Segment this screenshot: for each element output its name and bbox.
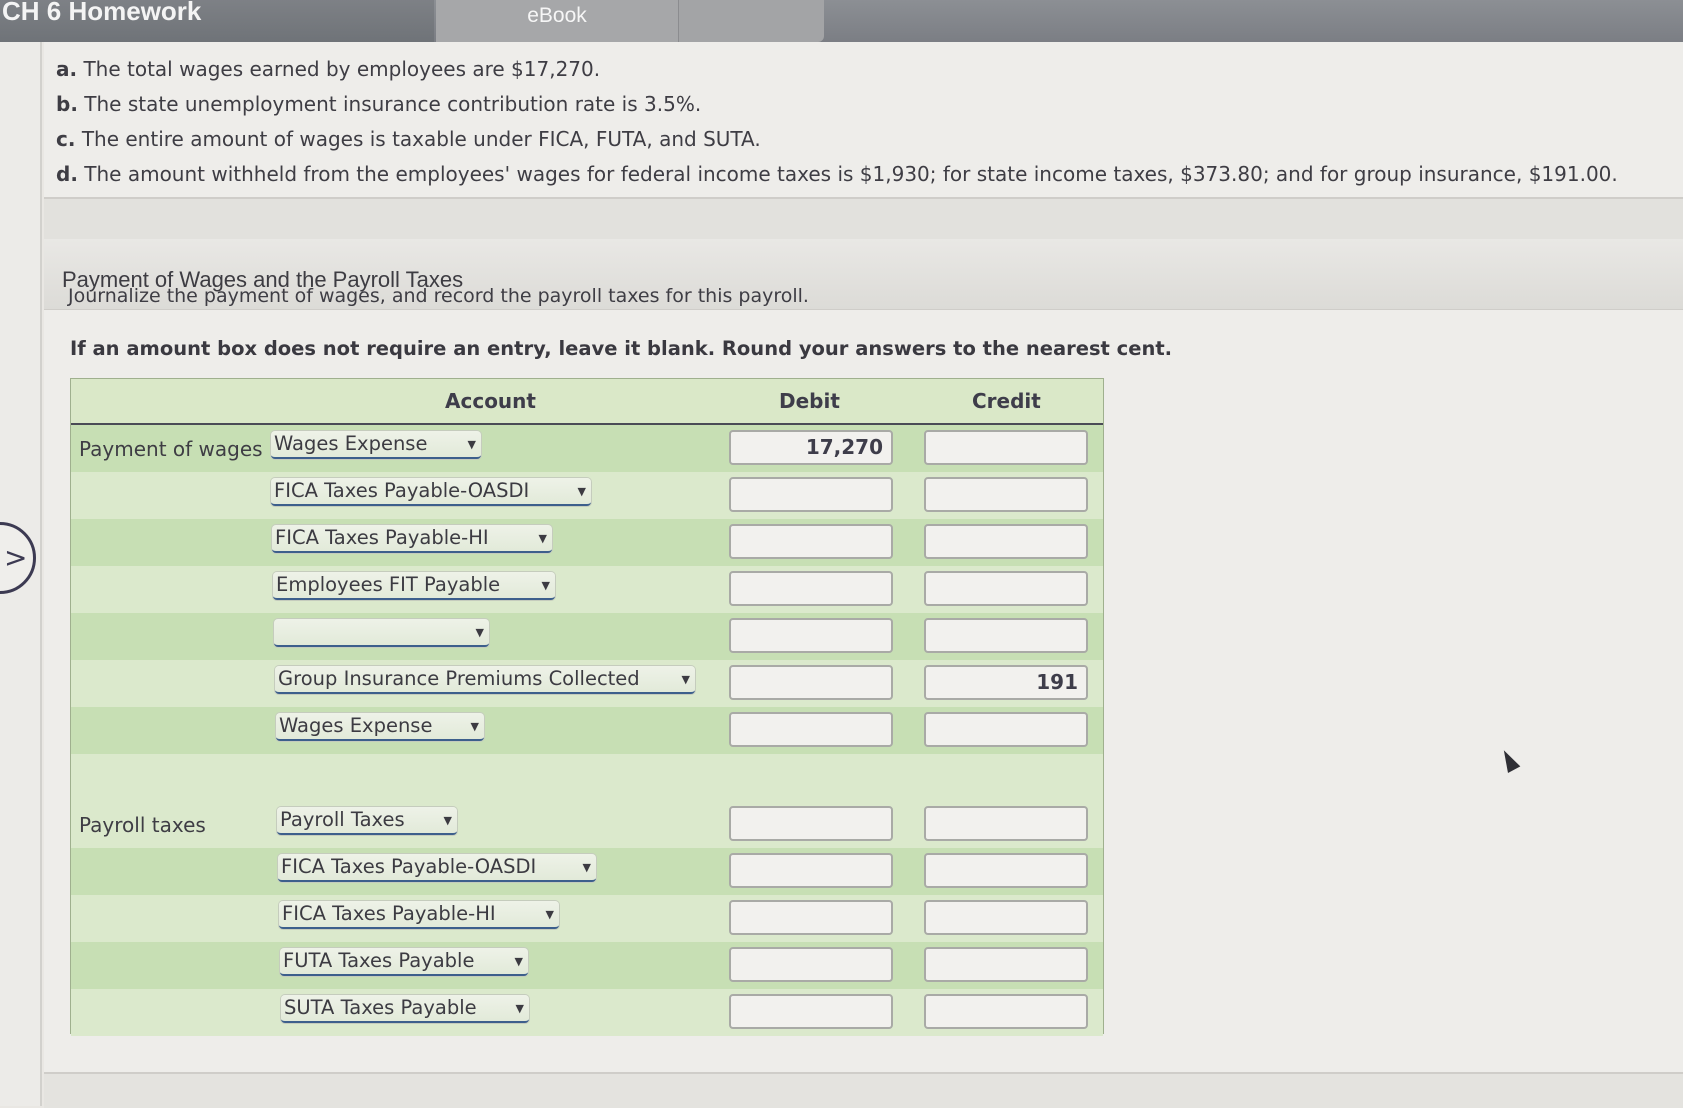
caret-down-icon: ▼	[475, 626, 484, 639]
fact-c: c. The entire amount of wages is taxable…	[56, 127, 761, 151]
account-value: Group Insurance Premiums Collected	[278, 667, 640, 690]
credit-input[interactable]	[924, 571, 1088, 606]
credit-input[interactable]	[924, 806, 1088, 841]
account-value: SUTA Taxes Payable	[284, 996, 477, 1019]
spacer-row	[71, 754, 1103, 801]
caret-down-icon: ▼	[467, 438, 476, 451]
account-value: FICA Taxes Payable-OASDI	[281, 855, 537, 878]
credit-input[interactable]	[924, 712, 1088, 747]
journal-header-row: Account Debit Credit	[71, 379, 1103, 426]
caret-down-icon: ▼	[541, 579, 550, 592]
caret-down-icon: ▼	[545, 908, 554, 921]
debit-input[interactable]	[729, 994, 893, 1029]
caret-down-icon: ▼	[582, 861, 591, 874]
credit-input[interactable]	[924, 994, 1088, 1029]
account-dropdown[interactable]: FICA Taxes Payable-OASDI ▼	[278, 854, 596, 882]
credit-input[interactable]	[924, 430, 1088, 465]
entry-label: Payment of wages	[79, 437, 263, 461]
header-credit: Credit	[972, 389, 1041, 413]
divider	[44, 197, 1683, 243]
tab-blank[interactable]	[679, 0, 824, 42]
journal-row: FICA Taxes Payable-OASDI ▼	[71, 472, 1103, 519]
given-facts: a. The total wages earned by employees a…	[56, 52, 1676, 192]
account-value: Payroll Taxes	[280, 808, 405, 831]
account-dropdown[interactable]: FUTA Taxes Payable ▼	[280, 948, 528, 976]
header-account: Account	[445, 389, 536, 413]
journal-row: FUTA Taxes Payable ▼	[71, 942, 1103, 989]
journal-row: FICA Taxes Payable-HI ▼	[71, 519, 1103, 566]
credit-input[interactable]	[924, 900, 1088, 935]
account-dropdown[interactable]: Wages Expense ▼	[276, 713, 484, 741]
account-value: Wages Expense	[274, 432, 428, 455]
credit-input[interactable]	[924, 618, 1088, 653]
debit-input[interactable]	[729, 477, 893, 512]
journal-row: SUTA Taxes Payable ▼	[71, 989, 1103, 1036]
top-bar: CH 6 Homework eBook	[0, 0, 1683, 42]
debit-input[interactable]	[729, 947, 893, 982]
account-dropdown[interactable]: Employees FIT Payable ▼	[273, 572, 555, 600]
journal-table: Account Debit Credit Payment of wages Wag…	[70, 378, 1104, 1036]
journal-row: Group Insurance Premiums Collected ▼ 191	[71, 660, 1103, 707]
caret-down-icon: ▼	[443, 814, 452, 827]
debit-input[interactable]	[729, 712, 893, 747]
debit-input[interactable]: 17,270	[729, 430, 893, 465]
header-debit: Debit	[779, 389, 840, 413]
caret-down-icon: ▼	[514, 955, 523, 968]
debit-input[interactable]	[729, 853, 893, 888]
assignment-title: CH 6 Homework	[0, 0, 434, 42]
question-content: a. The total wages earned by employees a…	[44, 42, 1683, 1072]
journal-row: Payroll taxes Payroll Taxes ▼	[71, 801, 1103, 848]
account-dropdown[interactable]: Wages Expense ▼	[271, 431, 481, 459]
account-value: FICA Taxes Payable-OASDI	[274, 479, 530, 502]
account-value: FUTA Taxes Payable	[283, 949, 475, 972]
entry-label: Payroll taxes	[79, 813, 206, 837]
debit-input[interactable]	[729, 806, 893, 841]
fact-b: b. The state unemployment insurance cont…	[56, 92, 702, 116]
tab-ebook[interactable]: eBook	[436, 0, 679, 42]
account-value: FICA Taxes Payable-HI	[282, 902, 496, 925]
credit-input[interactable]	[924, 524, 1088, 559]
credit-input[interactable]	[924, 477, 1088, 512]
account-dropdown[interactable]: SUTA Taxes Payable ▼	[281, 995, 529, 1023]
caret-down-icon: ▼	[538, 532, 547, 545]
fact-a: a. The total wages earned by employees a…	[56, 57, 601, 81]
caret-down-icon: ▼	[577, 485, 586, 498]
account-value: FICA Taxes Payable-HI	[275, 526, 489, 549]
caret-down-icon: ▼	[470, 720, 479, 733]
account-dropdown[interactable]: FICA Taxes Payable-HI ▼	[279, 901, 559, 929]
bottom-bar	[44, 1072, 1683, 1108]
debit-input[interactable]	[729, 618, 893, 653]
credit-input[interactable]	[924, 947, 1088, 982]
account-dropdown[interactable]: Payroll Taxes ▼	[277, 807, 457, 835]
account-dropdown[interactable]: FICA Taxes Payable-HI ▼	[272, 525, 552, 553]
credit-input[interactable]	[924, 853, 1088, 888]
debit-input[interactable]	[729, 665, 893, 700]
instruction-text: Journalize the payment of wages, and rec…	[68, 285, 809, 307]
journal-row: Wages Expense ▼	[71, 707, 1103, 754]
credit-input[interactable]: 191	[924, 665, 1088, 700]
journal-row: Employees FIT Payable ▼	[71, 566, 1103, 613]
account-dropdown[interactable]: FICA Taxes Payable-OASDI ▼	[271, 478, 591, 506]
caret-down-icon: ▼	[681, 673, 690, 686]
debit-input[interactable]	[729, 524, 893, 559]
fact-d: d. The amount withheld from the employee…	[56, 162, 1618, 186]
debit-input[interactable]	[729, 571, 893, 606]
account-value: Employees FIT Payable	[276, 573, 501, 596]
caret-down-icon: ▼	[515, 1002, 524, 1015]
journal-row: ▼	[71, 613, 1103, 660]
account-value: Wages Expense	[279, 714, 433, 737]
instruction-bold-text: If an amount box does not require an ent…	[70, 337, 1173, 360]
journal-row: Payment of wages Wages Expense ▼ 17,270	[71, 425, 1103, 472]
journal-row: FICA Taxes Payable-OASDI ▼	[71, 848, 1103, 895]
chevron-right-icon: >	[4, 541, 28, 574]
account-dropdown[interactable]: ▼	[274, 619, 489, 647]
journal-row: FICA Taxes Payable-HI ▼	[71, 895, 1103, 942]
account-dropdown[interactable]: Group Insurance Premiums Collected ▼	[275, 666, 695, 694]
debit-input[interactable]	[729, 900, 893, 935]
